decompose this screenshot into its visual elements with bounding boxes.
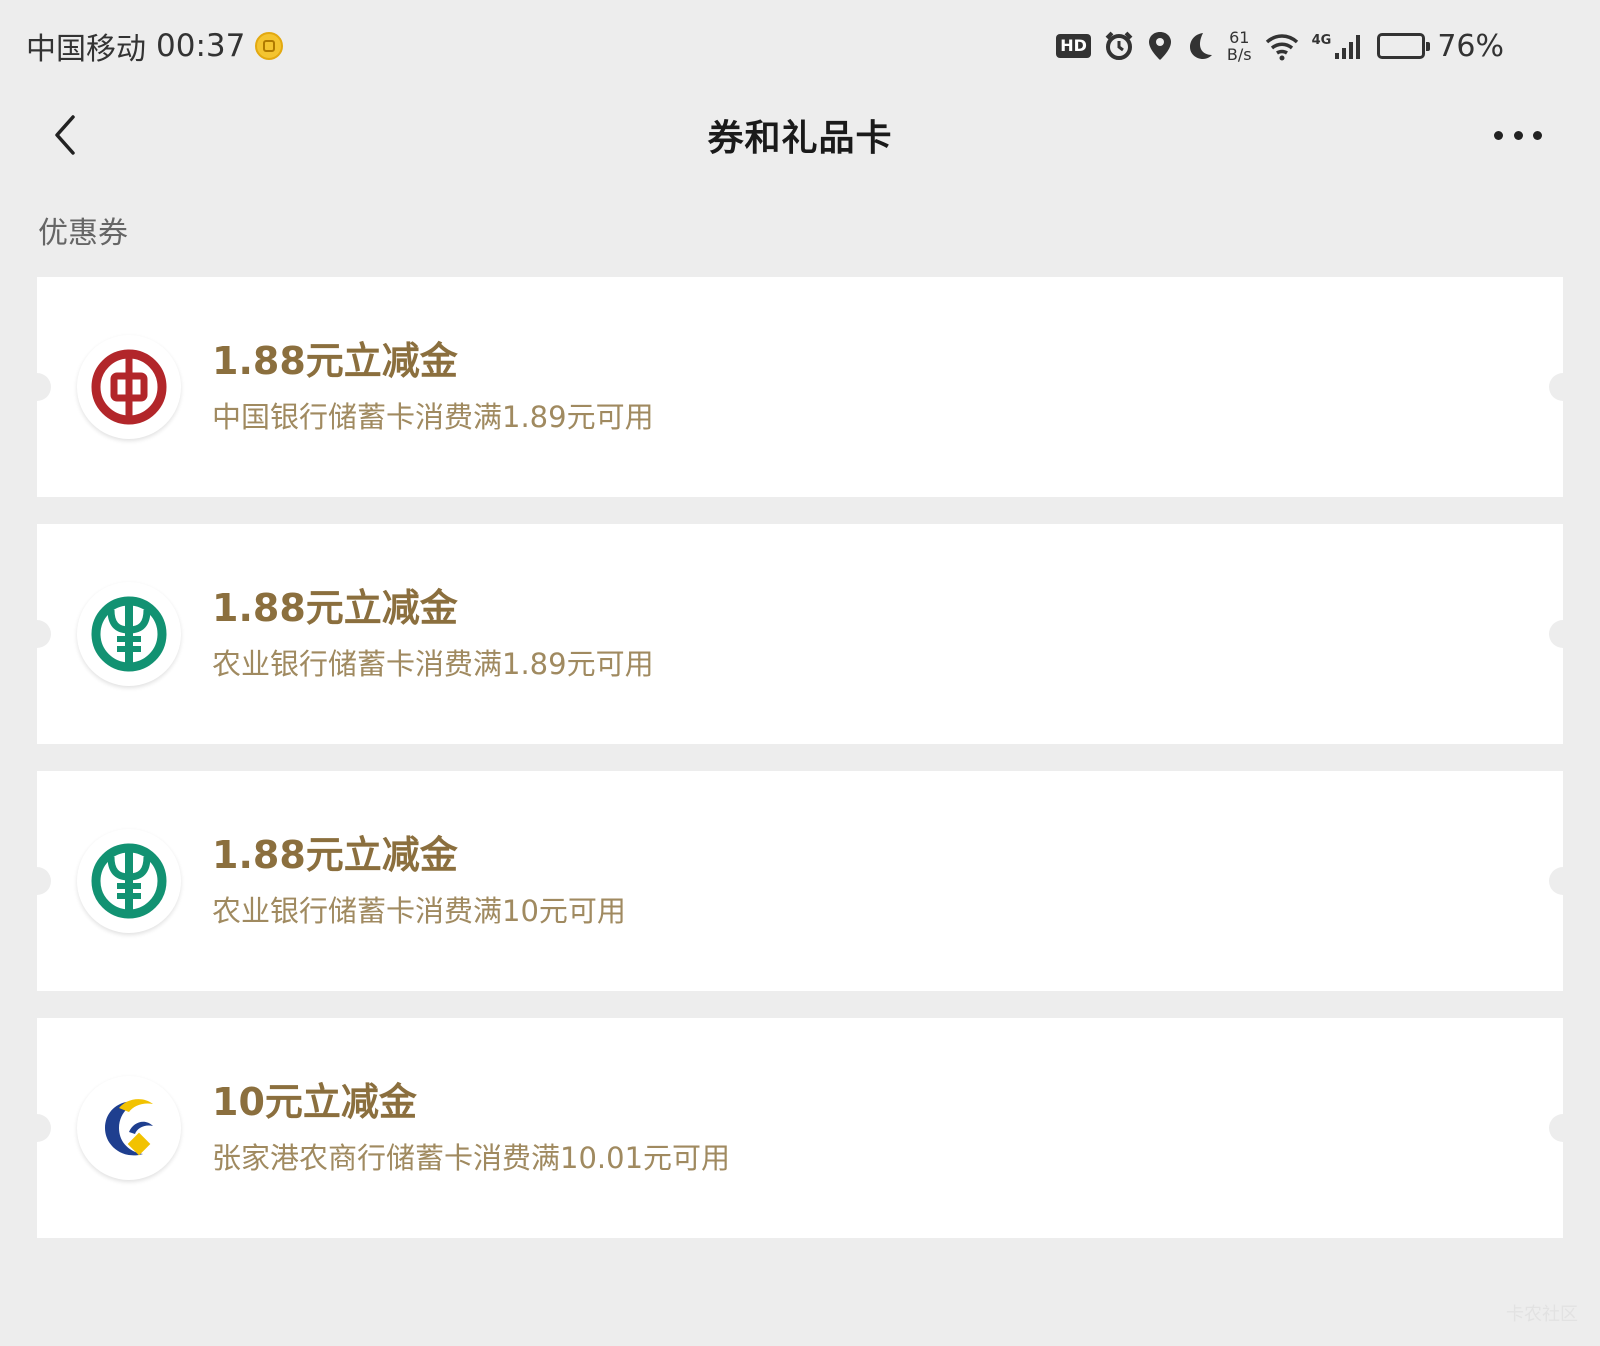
coupon-text: 1.88元立减金 中国银行储蓄卡消费满1.89元可用 (212, 333, 654, 439)
card-notch (23, 867, 51, 895)
location-icon (1148, 32, 1171, 60)
hd-icon: HD (1056, 34, 1091, 58)
coin-icon (255, 32, 284, 60)
coupon-condition: 中国银行储蓄卡消费满1.89元可用 (212, 400, 654, 434)
coupon-condition: 张家港农商行储蓄卡消费满10.01元可用 (212, 1141, 731, 1175)
status-right: HD 61 B/s 4G 76% (1056, 29, 1504, 64)
status-left: 中国移动 00:37 (26, 24, 284, 68)
wifi-icon (1265, 34, 1298, 61)
abc-logo-icon (77, 829, 181, 933)
section-label-coupons: 优惠券 (38, 216, 128, 251)
watermark: 卡农社区 (1506, 1304, 1578, 1325)
back-button[interactable] (40, 110, 90, 160)
nav-bar: 券和礼品卡 (0, 92, 1600, 178)
coupon-amount: 1.88元立减金 (212, 586, 458, 630)
more-dot-icon (1533, 130, 1542, 140)
moon-icon (1189, 33, 1212, 59)
boc-logo-icon (77, 335, 181, 439)
screen: 中国移动 00:37 HD 61 B/s 4G 76% 券和礼品卡 优惠券 1.… (0, 0, 1600, 1346)
net-speed: 61 B/s (1227, 29, 1252, 63)
coupon-amount: 10元立减金 (212, 1080, 417, 1124)
coupon-condition: 农业银行储蓄卡消费满1.89元可用 (212, 647, 654, 681)
card-notch (1549, 867, 1577, 895)
net-speed-value: 61 (1229, 28, 1250, 47)
coupon-text: 10元立减金 张家港农商行储蓄卡消费满10.01元可用 (212, 1074, 730, 1180)
coupon-amount: 1.88元立减金 (212, 833, 458, 877)
card-notch (1549, 620, 1577, 648)
more-button[interactable] (1494, 118, 1542, 152)
coupon-text: 1.88元立减金 农业银行储蓄卡消费满1.89元可用 (212, 580, 654, 686)
carrier-name: 中国移动 (26, 32, 146, 67)
zrcb-logo-icon (77, 1076, 181, 1180)
coupon-card[interactable]: 10元立减金 张家港农商行储蓄卡消费满10.01元可用 (23, 1018, 1577, 1238)
status-time: 00:37 (156, 28, 246, 64)
more-dot-icon (1494, 130, 1503, 140)
coupon-card[interactable]: 1.88元立减金 中国银行储蓄卡消费满1.89元可用 (23, 277, 1577, 497)
coupon-list: 1.88元立减金 中国银行储蓄卡消费满1.89元可用 1.88元立减金 农业银行… (23, 277, 1577, 1265)
abc-logo-icon (77, 582, 181, 686)
status-bar: 中国移动 00:37 HD 61 B/s 4G 76% (0, 0, 1600, 92)
signal-icon (1335, 35, 1361, 59)
card-notch (23, 620, 51, 648)
coupon-card[interactable]: 1.88元立减金 农业银行储蓄卡消费满10元可用 (23, 771, 1577, 991)
card-notch (23, 373, 51, 401)
coupon-card[interactable]: 1.88元立减金 农业银行储蓄卡消费满1.89元可用 (23, 524, 1577, 744)
coupon-amount: 1.88元立减金 (212, 339, 458, 383)
card-notch (1549, 373, 1577, 401)
network-type-badge: 4G (1311, 32, 1332, 48)
card-notch (23, 1114, 51, 1142)
alarm-icon (1105, 31, 1133, 60)
page-title: 券和礼品卡 (707, 118, 893, 159)
coupon-condition: 农业银行储蓄卡消费满10元可用 (212, 894, 626, 928)
card-notch (1549, 1114, 1577, 1142)
battery-percent: 76% (1437, 28, 1504, 64)
coupon-text: 1.88元立减金 农业银行储蓄卡消费满10元可用 (212, 827, 626, 933)
net-speed-unit: B/s (1226, 45, 1252, 64)
more-dot-icon (1513, 130, 1523, 140)
battery-icon (1377, 33, 1431, 59)
chevron-left-icon (55, 115, 75, 155)
